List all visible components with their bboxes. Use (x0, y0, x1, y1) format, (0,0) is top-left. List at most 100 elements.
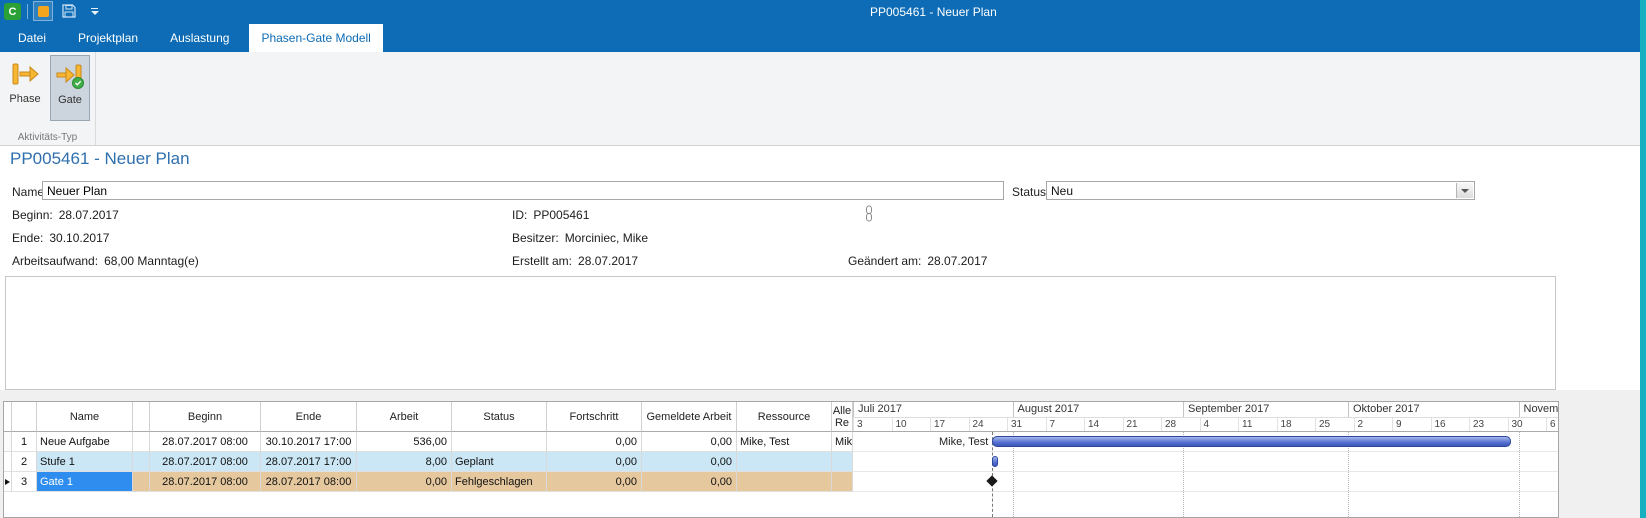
save-icon (61, 3, 77, 19)
row-selector[interactable] (4, 452, 12, 472)
header-ende[interactable]: Ende (261, 402, 357, 432)
status-dropdown[interactable]: Neu (1046, 181, 1475, 200)
name-input[interactable] (42, 181, 1004, 200)
gantt-day-label: 9 (1392, 418, 1431, 432)
qat-customize-dropdown[interactable] (90, 8, 99, 15)
cell-gemeldete-arbeit[interactable]: 0,00 (642, 472, 737, 492)
ribbon-group-label: Aktivitäts-Typ (0, 132, 95, 143)
gantt-row-separator (853, 471, 1558, 472)
besitzer-field: Besitzer:Morciniec, Mike (512, 231, 648, 245)
row-number[interactable]: 1 (12, 432, 37, 452)
gantt-day-label: 3 (853, 418, 892, 432)
cell-status[interactable]: Geplant (452, 452, 547, 472)
gantt-day-label: 18 (1277, 418, 1316, 432)
header-ressource[interactable]: Ressource (737, 402, 832, 432)
cell-beginn[interactable]: 28.07.2017 08:00 (150, 432, 261, 452)
row-number[interactable]: 3 (12, 472, 37, 492)
gantt-bar[interactable] (992, 456, 998, 467)
cell-gemeldete-arbeit[interactable]: 0,00 (642, 432, 737, 452)
status-value: Neu (1051, 184, 1073, 198)
cell-fortschritt[interactable]: 0,00 (547, 452, 642, 472)
gantt-month-gridline (1519, 432, 1520, 517)
arbeitsaufwand-value: 68,00 Manntag(e) (104, 254, 199, 268)
gantt-day-label: 25 (1315, 418, 1354, 432)
window-title: PP005461 - Neuer Plan (870, 5, 997, 19)
cell-alle-ressourcen[interactable] (832, 472, 853, 492)
header-info-col[interactable] (133, 402, 150, 432)
erstellt-am-value: 28.07.2017 (578, 254, 638, 268)
qat-publish-button[interactable] (33, 1, 53, 21)
cell-info[interactable] (133, 472, 150, 492)
gantt-bar[interactable] (992, 436, 1511, 447)
status-dropdown-button[interactable] (1456, 183, 1473, 198)
ende-value: 30.10.2017 (49, 231, 109, 245)
besitzer-value: Morciniec, Mike (565, 231, 648, 245)
geaendert-am-value: 28.07.2017 (927, 254, 987, 268)
cell-ressource[interactable] (737, 472, 832, 492)
gantt-day-label: 6 (1546, 418, 1558, 432)
header-status[interactable]: Status (452, 402, 547, 432)
id-value: PP005461 (533, 208, 589, 222)
header-name[interactable]: Name (37, 402, 133, 432)
cell-arbeit[interactable]: 8,00 (357, 452, 452, 472)
gantt-day-label: 17 (930, 418, 969, 432)
cell-ressource[interactable]: Mike, Test (737, 432, 832, 452)
cell-ressource[interactable] (737, 452, 832, 472)
cell-status[interactable] (452, 432, 547, 452)
cell-info[interactable] (133, 452, 150, 472)
header-rownum[interactable] (12, 402, 37, 432)
screen-edge-strip (1640, 0, 1646, 518)
gate-button[interactable]: Gate (50, 55, 90, 121)
cell-name[interactable]: Neue Aufgabe (37, 432, 133, 452)
cell-alle-ressourcen[interactable]: Mik (832, 432, 853, 452)
cell-gemeldete-arbeit[interactable]: 0,00 (642, 452, 737, 472)
header-fortschritt[interactable]: Fortschritt (547, 402, 642, 432)
cell-name[interactable]: Stufe 1 (37, 452, 133, 472)
cell-status[interactable]: Fehlgeschlagen (452, 472, 547, 492)
page-title: PP005461 - Neuer Plan (10, 149, 190, 169)
link-button[interactable] (864, 205, 874, 227)
header-alle-ressourcen[interactable]: Alle Re (832, 402, 853, 432)
arbeitsaufwand-label: Arbeitsaufwand: (12, 254, 98, 268)
cell-arbeit[interactable]: 0,00 (357, 472, 452, 492)
task-grid: Name Beginn Ende Arbeit Status Fortschri… (3, 401, 1559, 518)
qat-separator (27, 4, 28, 19)
titlebar: C PP005461 - Neuer Plan Datei Projektpla… (0, 0, 1646, 52)
gantt-body: Mike, Test (853, 432, 1558, 517)
cell-beginn[interactable]: 28.07.2017 08:00 (150, 452, 261, 472)
row-selector[interactable] (4, 432, 12, 452)
tab-phasen-gate-modell[interactable]: Phasen-Gate Modell (249, 24, 382, 52)
cell-fortschritt[interactable]: 0,00 (547, 472, 642, 492)
cell-info[interactable] (133, 432, 150, 452)
header-gemeldete-arbeit[interactable]: Gemeldete Arbeit (642, 402, 737, 432)
row-number[interactable]: 2 (12, 452, 37, 472)
header-beginn[interactable]: Beginn (150, 402, 261, 432)
gantt-day-label: 2 (1354, 418, 1393, 432)
tab-projektplan[interactable]: Projektplan (66, 24, 150, 52)
description-field[interactable] (5, 276, 1556, 390)
app-logo-icon[interactable]: C (4, 3, 21, 20)
tab-datei[interactable]: Datei (6, 24, 58, 52)
save-button[interactable] (61, 3, 77, 19)
erstellt-am-field: Erstellt am:28.07.2017 (512, 254, 638, 268)
qat-dropdown-bar-icon (91, 8, 98, 9)
cell-beginn[interactable]: 28.07.2017 08:00 (150, 472, 261, 492)
current-row-marker[interactable] (4, 472, 12, 492)
cell-alle-ressourcen[interactable] (832, 452, 853, 472)
cell-ende[interactable]: 30.10.2017 17:00 (261, 432, 357, 452)
cell-ende[interactable]: 28.07.2017 08:00 (261, 472, 357, 492)
cell-fortschritt[interactable]: 0,00 (547, 432, 642, 452)
tab-auslastung[interactable]: Auslastung (158, 24, 241, 52)
cell-name-selected[interactable]: Gate 1 (37, 472, 133, 492)
beginn-value: 28.07.2017 (59, 208, 119, 222)
cell-arbeit[interactable]: 536,00 (357, 432, 452, 452)
header-arbeit[interactable]: Arbeit (357, 402, 452, 432)
cell-ende[interactable]: 28.07.2017 17:00 (261, 452, 357, 472)
chevron-down-icon (91, 11, 99, 15)
status-label: Status (1012, 185, 1046, 199)
gantt-row-separator (853, 491, 1558, 492)
gantt-milestone[interactable] (987, 475, 998, 486)
gantt-day-label: 21 (1123, 418, 1162, 432)
header-selector[interactable] (4, 402, 12, 432)
phase-button[interactable]: Phase (4, 55, 46, 121)
